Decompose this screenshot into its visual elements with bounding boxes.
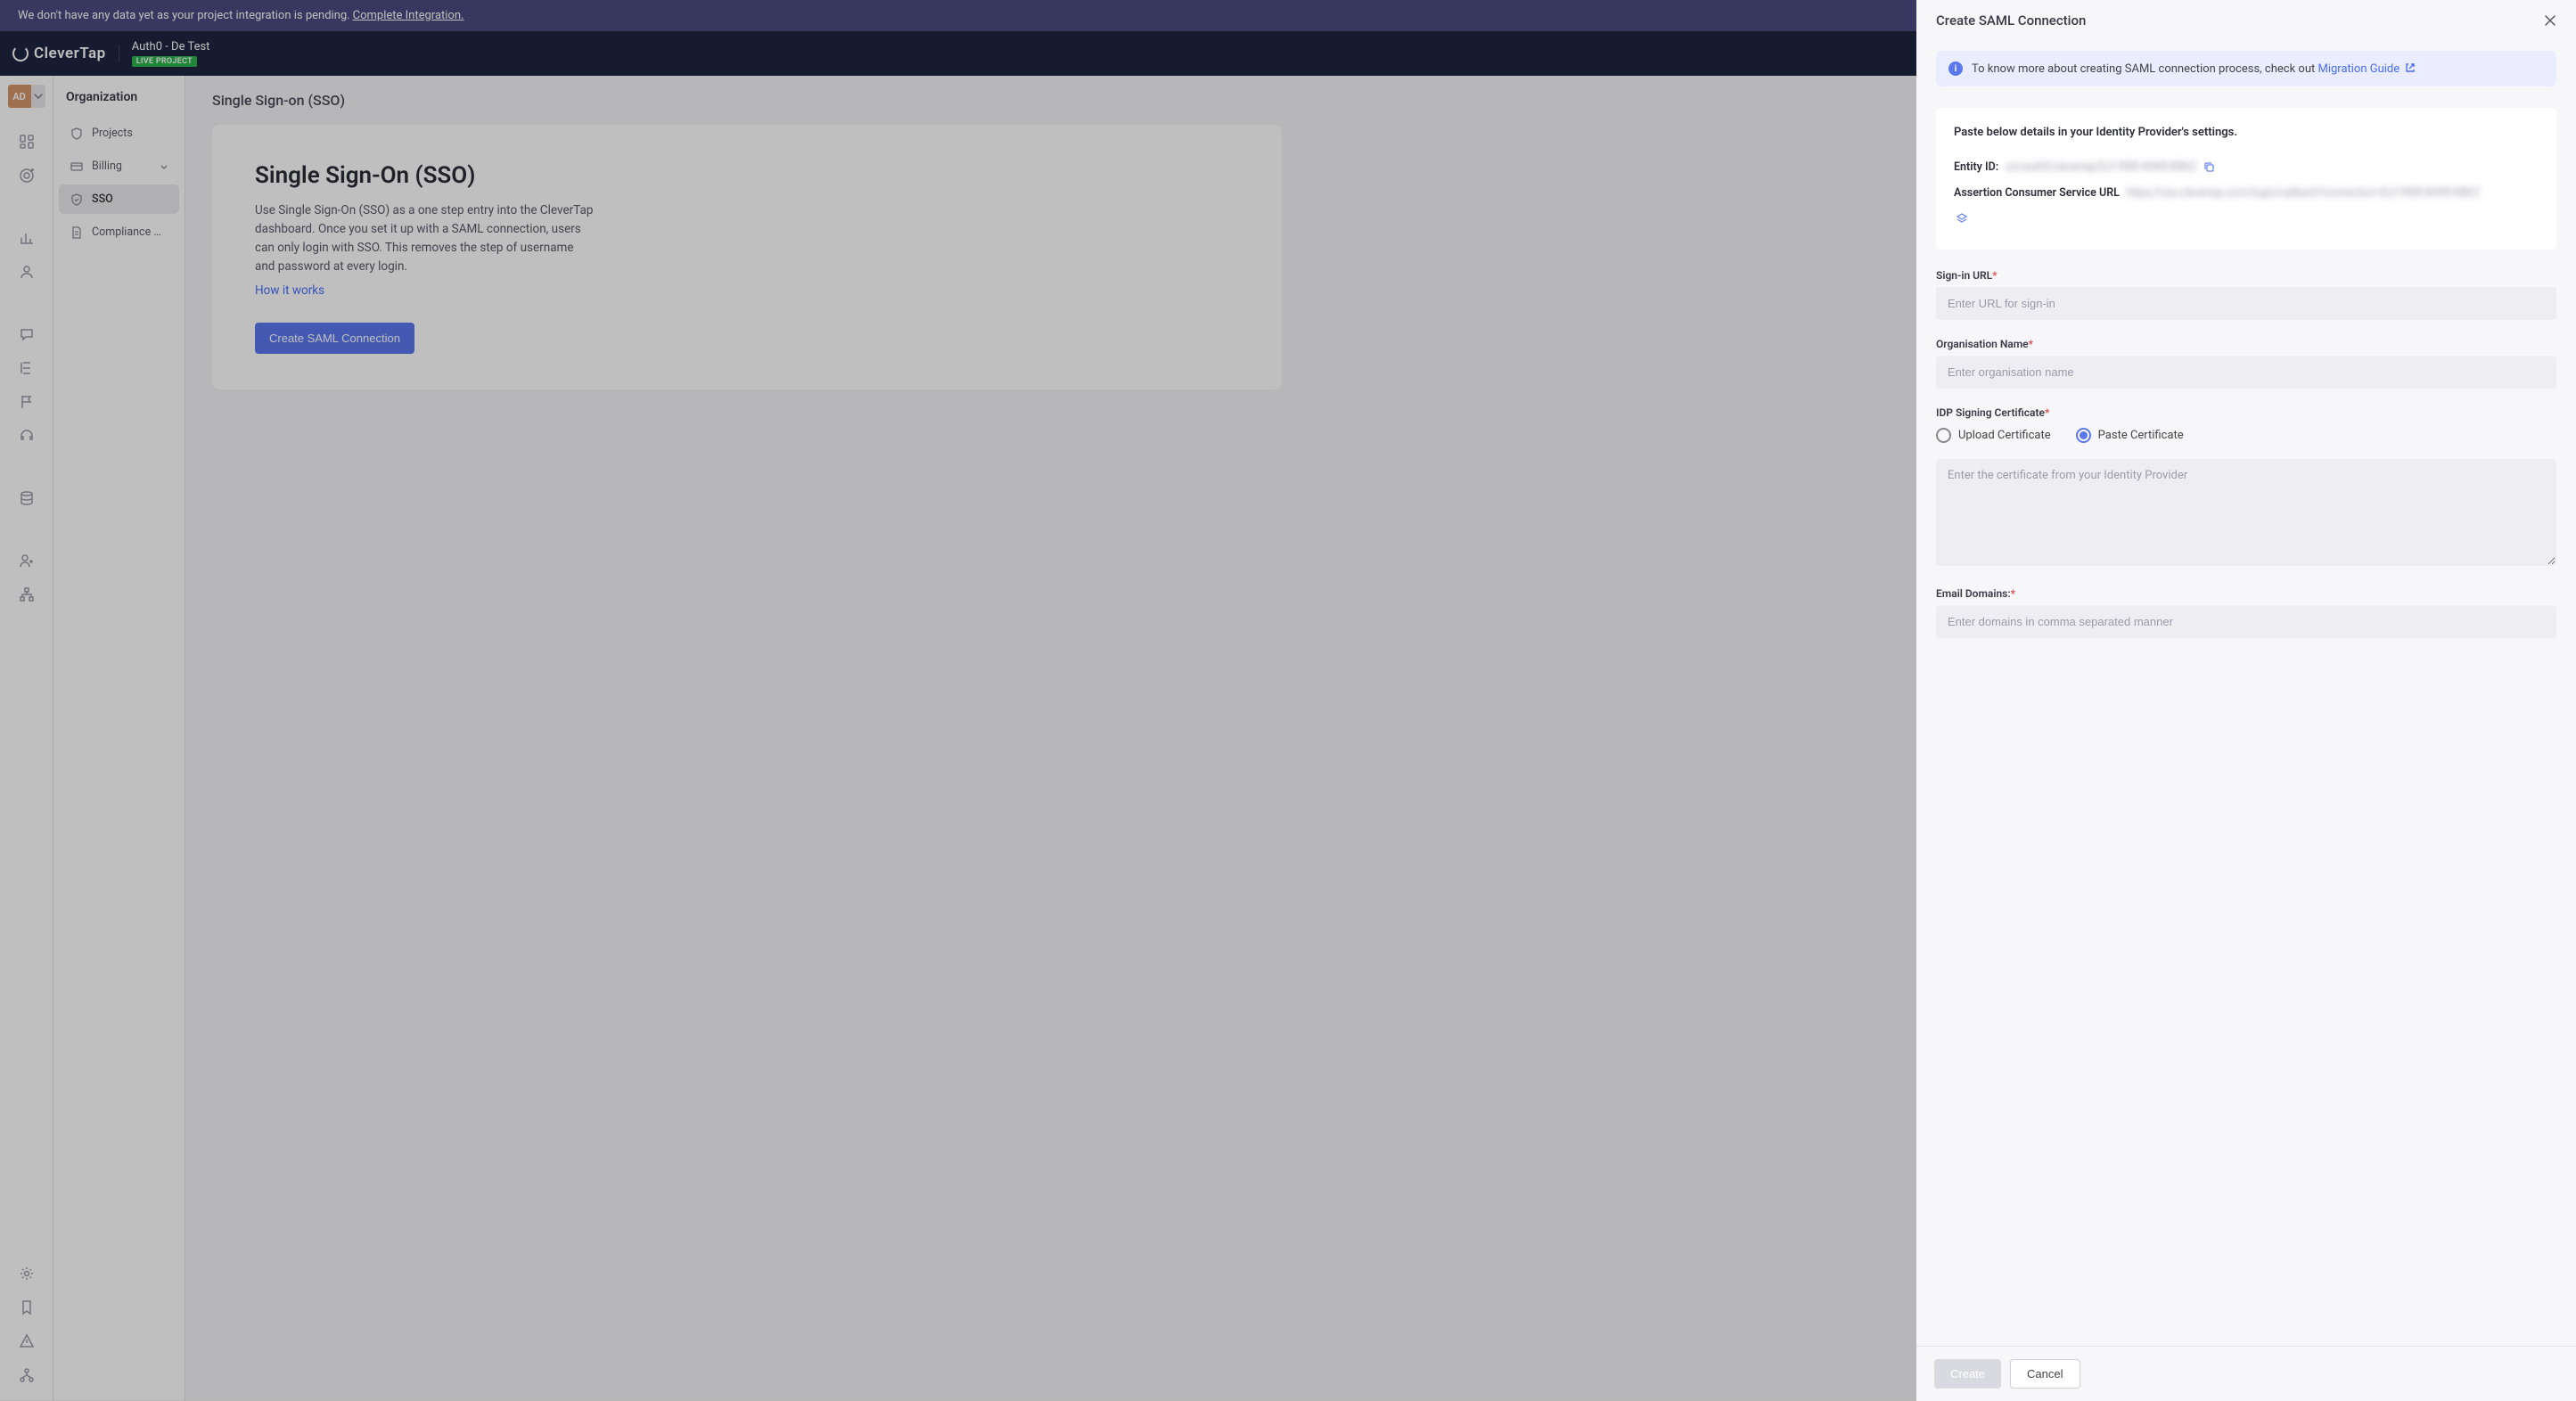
avatar: AD [8,85,31,108]
flag-icon[interactable] [11,386,43,418]
chevron-down-icon [31,85,45,108]
boards-icon[interactable] [11,126,43,158]
signin-url-input[interactable] [1936,287,2556,320]
cert-textarea[interactable] [1936,459,2556,566]
upload-cert-radio[interactable]: Upload Certificate [1936,428,2051,443]
sidebar-item-sso[interactable]: SSO [59,184,179,214]
banner-text: We don't have any data yet as your proje… [18,9,350,22]
radio-icon [1936,428,1951,443]
create-saml-button[interactable]: Create SAML Connection [255,323,414,354]
chevron-down-icon [160,162,168,171]
shield-check-icon [70,193,83,206]
card-icon [70,160,83,173]
entity-id-label: Entity ID: [1954,160,1998,174]
info-text: To know more about creating SAML connect… [1972,62,2318,76]
headset-icon[interactable] [11,420,43,452]
paste-cert-radio[interactable]: Paste Certificate [2076,428,2184,443]
shield-icon [70,127,83,140]
sso-card: Single Sign-On (SSO) Use Single Sign-On … [212,125,1282,389]
doc-icon [70,225,83,239]
info-strip: i To know more about creating SAML conne… [1936,51,2556,86]
logo-icon [12,45,29,61]
radio-label: Upload Certificate [1958,429,2051,442]
icon-rail: AD [0,76,53,1400]
sidebar-item-label: Billing [92,160,122,173]
complete-integration-link[interactable]: Complete Integration. [353,9,464,22]
alert-icon[interactable] [11,1325,43,1357]
cancel-button[interactable]: Cancel [2010,1359,2080,1389]
domains-input[interactable] [1936,605,2556,638]
panel-title: Create SAML Connection [1936,12,2086,29]
idp-card-title: Paste below details in your Identity Pro… [1954,126,2539,139]
org-tree-icon[interactable] [11,578,43,610]
side-nav: Organization Projects Billing SSO Compli… [53,76,185,1400]
cert-label: IDP Signing Certificate* [1936,406,2556,419]
live-project-badge: LIVE PROJECT [132,56,197,67]
chart-icon[interactable] [11,222,43,254]
side-nav-title: Organization [53,76,185,117]
org-name-input[interactable] [1936,356,2556,389]
logo-text: CleverTap [34,45,106,62]
domains-label: Email Domains:* [1936,587,2556,600]
acs-url-value: https://sso.clevertap.com/login/callback… [2127,186,2539,200]
how-it-works-link[interactable]: How it works [255,283,324,298]
migration-guide-link[interactable]: Migration Guide [2318,62,2416,76]
sidebar-item-label: Projects [92,127,133,140]
account-switcher[interactable]: AD [8,85,45,108]
info-icon: i [1948,61,1963,76]
radio-icon [2076,428,2091,443]
page-title: Single Sign-On (SSO) [255,162,1239,189]
app-logo[interactable]: CleverTap [12,45,119,62]
radio-label: Paste Certificate [2098,429,2184,442]
create-saml-panel: Create SAML Connection i To know more ab… [1916,0,2576,1401]
close-icon[interactable] [2544,14,2556,27]
sidebar-item-label: Compliance & ... [92,225,165,239]
org-name-label: Organisation Name* [1936,338,2556,350]
copy-icon[interactable] [2203,161,2216,174]
user-icon[interactable] [11,256,43,288]
copy-icon[interactable] [1956,212,1968,225]
idp-details-card: Paste below details in your Identity Pro… [1936,108,2556,250]
signin-url-label: Sign-in URL* [1936,269,2556,282]
gear-icon[interactable] [11,1258,43,1290]
sidebar-item-projects[interactable]: Projects [59,119,179,148]
flow-icon[interactable] [11,352,43,384]
project-name: Auth0 - De Test [132,40,210,53]
sidebar-item-billing[interactable]: Billing [59,152,179,181]
sitemap-icon[interactable] [11,1359,43,1391]
external-link-icon [2405,62,2416,73]
user-add-icon[interactable] [11,545,43,577]
database-icon[interactable] [11,482,43,514]
sidebar-item-compliance[interactable]: Compliance & ... [59,217,179,247]
sso-description: Use Single Sign-On (SSO) as a one step e… [255,201,594,276]
project-info[interactable]: Auth0 - De Test LIVE PROJECT [132,40,210,67]
acs-url-label: Assertion Consumer Service URL [1954,186,2120,200]
create-button[interactable]: Create [1934,1359,2001,1389]
bookmark-icon[interactable] [11,1291,43,1323]
sidebar-item-label: SSO [92,193,113,206]
target-icon[interactable] [11,160,43,192]
entity-id-value: urn:auth0:clevertap:ELF-RRR-WWR-RBKZ [2006,160,2196,174]
message-icon[interactable] [11,318,43,350]
